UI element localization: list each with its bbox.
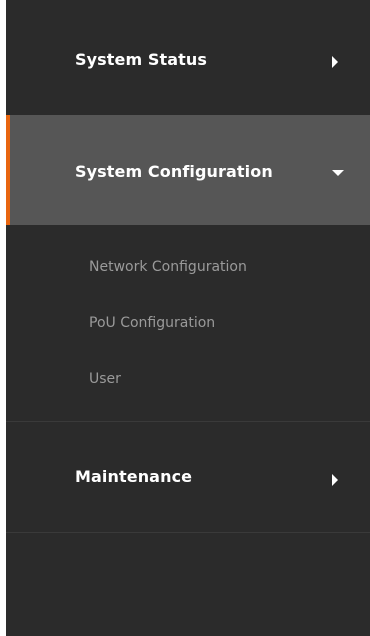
chevron-down-icon [332, 170, 344, 176]
submenu-item-network-configuration[interactable]: Network Configuration [89, 259, 247, 275]
nav-label-system-configuration: System Configuration [75, 162, 273, 181]
divider [6, 532, 370, 533]
submenu-item-user[interactable]: User [89, 371, 121, 387]
submenu-item-pou-configuration[interactable]: PoU Configuration [89, 315, 215, 331]
nav-header-maintenance[interactable]: Maintenance [6, 422, 370, 532]
nav-header-system-configuration[interactable]: System Configuration [6, 115, 370, 225]
nav-label-system-status: System Status [75, 50, 208, 69]
nav-header-system-status[interactable]: System Status [6, 0, 370, 115]
chevron-right-icon [332, 474, 338, 486]
nav-item-system-status[interactable]: System Status [6, 0, 370, 115]
chevron-right-icon [332, 56, 338, 68]
nav-item-system-configuration[interactable]: System Configuration [6, 115, 370, 225]
sidebar-nav: System Status System Configuration Netwo… [6, 0, 370, 636]
nav-label-maintenance: Maintenance [75, 467, 193, 486]
nav-item-maintenance[interactable]: Maintenance [6, 422, 370, 532]
